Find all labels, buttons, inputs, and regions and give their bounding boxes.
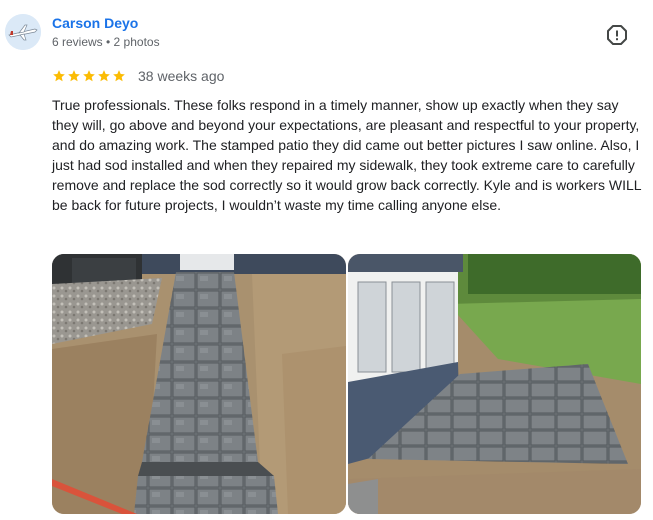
reviewer-avatar[interactable] [5, 14, 41, 50]
report-button[interactable] [604, 22, 630, 48]
star-icon [83, 70, 95, 82]
review-text: True professionals. These folks respond … [52, 97, 642, 213]
review-date: 38 weeks ago [138, 68, 225, 84]
star-icon [68, 70, 80, 82]
report-icon [607, 25, 627, 45]
reviewer-name[interactable]: Carson Deyo [52, 15, 138, 31]
rating-row: 38 weeks ago [52, 66, 224, 86]
review-photo-walkway[interactable] [52, 254, 346, 514]
airplane-icon [5, 14, 41, 50]
stamped-walkway-photo [52, 254, 346, 514]
star-icon [98, 70, 110, 82]
reviewer-meta: 6 reviews • 2 photos [52, 35, 160, 49]
star-icon [113, 70, 125, 82]
star-rating [52, 69, 126, 83]
star-icon [53, 70, 65, 82]
review-photo-patio[interactable] [348, 254, 641, 514]
stamped-patio-photo [348, 254, 641, 514]
